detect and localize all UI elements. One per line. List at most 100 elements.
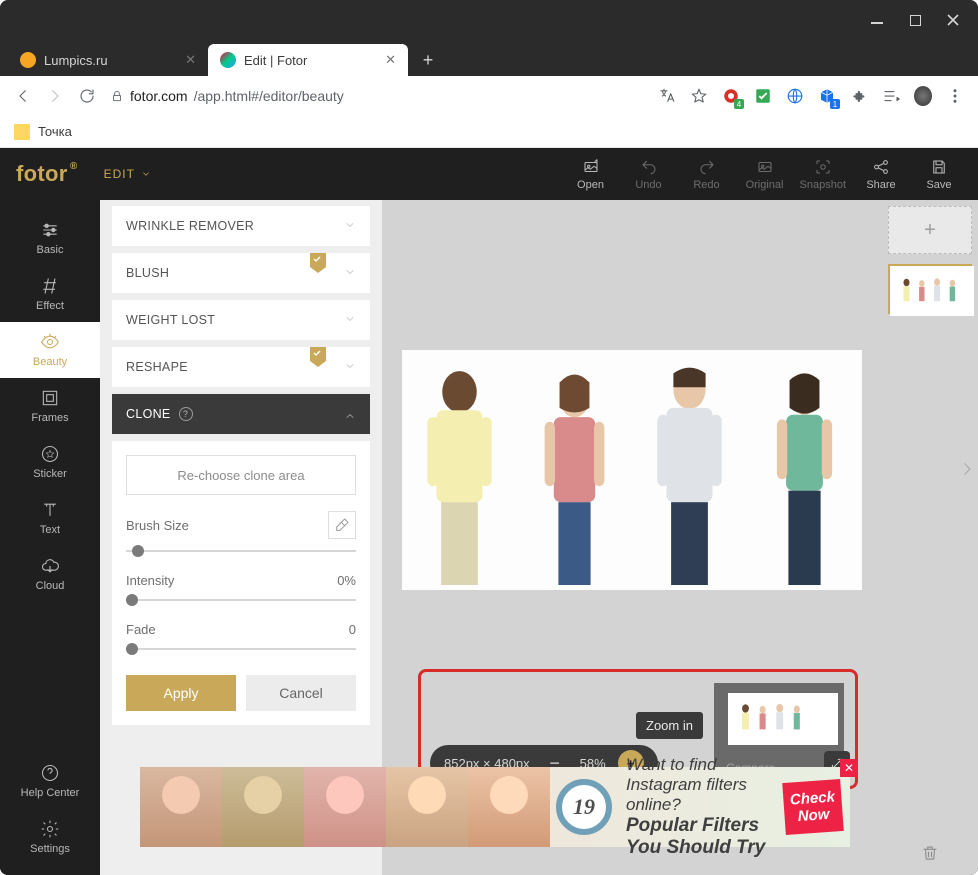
person-figure bbox=[632, 350, 747, 590]
help-icon[interactable]: ? bbox=[179, 407, 193, 421]
premium-badge-icon bbox=[310, 347, 326, 370]
favicon-fotor bbox=[220, 52, 236, 68]
playlist-icon[interactable] bbox=[882, 87, 900, 105]
person-figure bbox=[747, 350, 862, 590]
accordion-blush[interactable]: BLUSH bbox=[112, 253, 370, 293]
translate-icon[interactable] bbox=[658, 87, 676, 105]
ad-cta-button[interactable]: CheckNow bbox=[782, 779, 843, 835]
fade-value: 0 bbox=[349, 622, 356, 637]
chevron-down-icon bbox=[344, 219, 356, 234]
extension-ob-icon[interactable]: 4 bbox=[722, 87, 740, 105]
sidebar-item-text[interactable]: Text bbox=[0, 490, 100, 546]
browser-tabstrip: Lumpics.ru ✕ Edit | Fotor ✕ + bbox=[0, 40, 978, 76]
chevron-up-icon bbox=[344, 407, 356, 422]
address-bar: fotor.com/app.html#/editor/beauty 4 1 bbox=[0, 76, 978, 116]
thumbnail-image[interactable] bbox=[888, 264, 972, 314]
bookmark-item[interactable]: Точка bbox=[38, 124, 72, 139]
editing-image[interactable] bbox=[402, 350, 862, 590]
star-icon[interactable] bbox=[690, 87, 708, 105]
bookmark-bar: Точка bbox=[0, 116, 978, 148]
close-icon[interactable]: ✕ bbox=[185, 52, 196, 68]
minimize-button[interactable] bbox=[870, 13, 884, 27]
extension-check-icon[interactable] bbox=[754, 87, 772, 105]
accordion-weight[interactable]: WEIGHT LOST bbox=[112, 300, 370, 340]
zoom-tooltip: Zoom in bbox=[636, 712, 703, 739]
delete-button[interactable] bbox=[921, 844, 939, 867]
open-button[interactable]: Open bbox=[568, 158, 614, 191]
left-sidebar: Basic Effect Beauty Frames Sticker Text … bbox=[0, 200, 100, 875]
profile-avatar[interactable] bbox=[914, 87, 932, 105]
forward-button[interactable] bbox=[46, 87, 64, 105]
redo-button[interactable]: Redo bbox=[684, 158, 730, 191]
ad-image bbox=[140, 767, 222, 847]
extension-globe-icon[interactable] bbox=[786, 87, 804, 105]
ad-text-line1: Want to find Instagram filters online? bbox=[626, 755, 776, 815]
ad-text-line2: Popular Filters You Should Try bbox=[626, 815, 776, 859]
menu-icon[interactable] bbox=[946, 87, 964, 105]
intensity-label: Intensity bbox=[126, 573, 174, 588]
favicon-lumpics bbox=[20, 52, 36, 68]
tab-fotor[interactable]: Edit | Fotor ✕ bbox=[208, 44, 408, 76]
ad-image bbox=[304, 767, 386, 847]
ad-image bbox=[222, 767, 304, 847]
extension-cube-icon[interactable]: 1 bbox=[818, 87, 836, 105]
save-button[interactable]: Save bbox=[916, 158, 962, 191]
new-tab-button[interactable]: + bbox=[414, 46, 442, 74]
chevron-down-icon bbox=[344, 266, 356, 281]
share-button[interactable]: Share bbox=[858, 158, 904, 191]
edit-dropdown[interactable]: EDIT bbox=[104, 167, 151, 181]
tab-lumpics[interactable]: Lumpics.ru ✕ bbox=[8, 44, 208, 76]
eraser-button[interactable] bbox=[328, 511, 356, 539]
ad-banner[interactable]: 19 Want to find Instagram filters online… bbox=[140, 767, 850, 847]
sidebar-item-settings[interactable]: Settings bbox=[0, 809, 100, 875]
ad-image bbox=[468, 767, 550, 847]
cancel-button[interactable]: Cancel bbox=[246, 675, 356, 711]
brush-size-label: Brush Size bbox=[126, 518, 189, 533]
chevron-down-icon bbox=[344, 313, 356, 328]
accordion-reshape[interactable]: RESHAPE bbox=[112, 347, 370, 387]
intensity-value: 0% bbox=[337, 573, 356, 588]
accordion-wrinkle[interactable]: WRINKLE REMOVER bbox=[112, 206, 370, 246]
clone-subpanel: Re-choose clone area Brush Size Intensit… bbox=[112, 441, 370, 725]
app-header: fotor® EDIT Open Undo Redo Original Snap… bbox=[0, 148, 978, 200]
snapshot-button[interactable]: Snapshot bbox=[800, 158, 846, 191]
apply-button[interactable]: Apply bbox=[126, 675, 236, 711]
sidebar-item-effect[interactable]: Effect bbox=[0, 266, 100, 322]
sidebar-item-basic[interactable]: Basic bbox=[0, 210, 100, 266]
ad-number-badge: 19 bbox=[556, 779, 612, 835]
chevron-down-icon bbox=[141, 169, 151, 179]
original-button[interactable]: Original bbox=[742, 158, 788, 191]
fotor-logo[interactable]: fotor® bbox=[16, 161, 68, 187]
close-button[interactable] bbox=[946, 13, 960, 27]
brush-size-slider[interactable] bbox=[126, 545, 356, 557]
sidebar-item-cloud[interactable]: Cloud bbox=[0, 546, 100, 602]
bookmark-favicon bbox=[14, 124, 30, 140]
reload-button[interactable] bbox=[78, 87, 96, 105]
window-controls bbox=[0, 0, 978, 40]
ad-close-button[interactable]: ✕ bbox=[840, 759, 858, 777]
tab-label: Edit | Fotor bbox=[244, 53, 307, 68]
fade-slider[interactable] bbox=[126, 643, 356, 655]
add-image-button[interactable]: + bbox=[888, 206, 972, 254]
extensions-icon[interactable] bbox=[850, 87, 868, 105]
thumbnail-column: + bbox=[882, 200, 978, 875]
accordion-clone[interactable]: CLONE? bbox=[112, 394, 370, 434]
premium-badge-icon bbox=[310, 253, 326, 276]
next-image-button[interactable] bbox=[958, 460, 976, 483]
ad-image bbox=[386, 767, 468, 847]
back-button[interactable] bbox=[14, 87, 32, 105]
sidebar-item-frames[interactable]: Frames bbox=[0, 378, 100, 434]
sidebar-item-help[interactable]: Help Center bbox=[0, 753, 100, 809]
fade-label: Fade bbox=[126, 622, 156, 637]
sidebar-item-sticker[interactable]: Sticker bbox=[0, 434, 100, 490]
url-display[interactable]: fotor.com/app.html#/editor/beauty bbox=[110, 88, 644, 104]
undo-button[interactable]: Undo bbox=[626, 158, 672, 191]
maximize-button[interactable] bbox=[908, 13, 922, 27]
rechoose-button[interactable]: Re-choose clone area bbox=[126, 455, 356, 495]
close-icon[interactable]: ✕ bbox=[385, 52, 396, 68]
lock-icon bbox=[110, 89, 124, 103]
sidebar-item-beauty[interactable]: Beauty bbox=[0, 322, 100, 378]
person-figure bbox=[402, 350, 517, 590]
intensity-slider[interactable] bbox=[126, 594, 356, 606]
chevron-down-icon bbox=[344, 360, 356, 375]
